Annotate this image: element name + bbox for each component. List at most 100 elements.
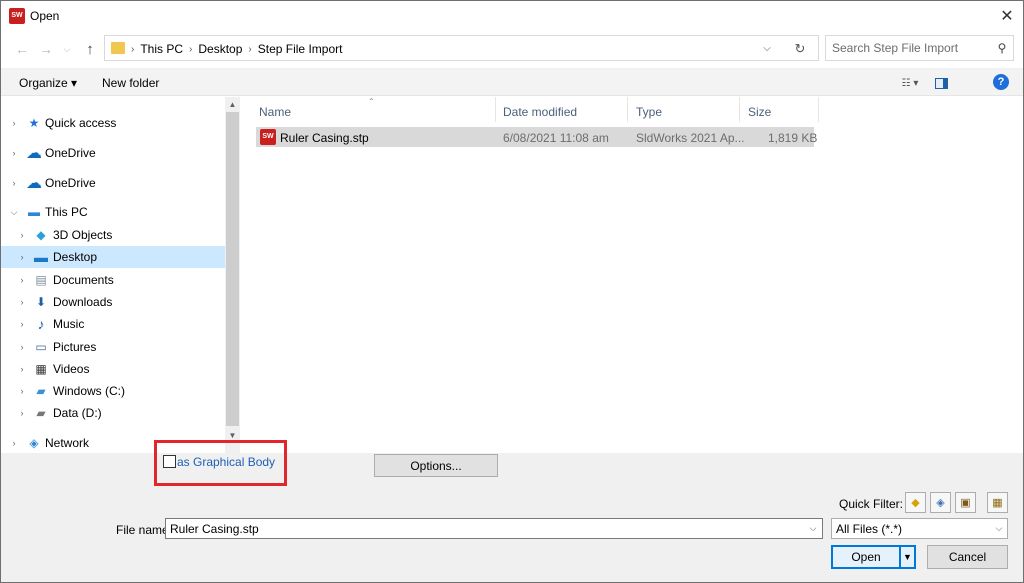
nav-item-videos[interactable]: › ▦ Videos	[1, 358, 225, 380]
column-header-type[interactable]: Type	[636, 105, 662, 119]
computer-icon: ▬	[28, 205, 40, 219]
change-view-icon[interactable]: ☷ ▾	[897, 75, 923, 91]
address-dropdown-chevron-icon[interactable]: ⌵	[759, 40, 775, 56]
cancel-button-label: Cancel	[948, 550, 987, 564]
breadcrumb-desktop[interactable]: Desktop	[198, 42, 242, 56]
expand-chevron-icon[interactable]: ›	[9, 178, 19, 188]
nav-item-data-d[interactable]: › ▰ Data (D:)	[1, 402, 225, 424]
nav-item-label: Data (D:)	[53, 406, 102, 420]
scroll-up-arrow-icon[interactable]: ▲	[225, 97, 240, 111]
expand-chevron-icon[interactable]: ›	[17, 297, 27, 307]
nav-item-this-pc[interactable]: ⌵ ▬ This PC	[1, 201, 225, 223]
preview-pane-icon[interactable]	[933, 75, 949, 91]
search-input[interactable]	[832, 41, 982, 55]
nav-item-onedrive-2[interactable]: › ☁ OneDrive	[1, 172, 225, 194]
expand-chevron-icon[interactable]: ›	[17, 408, 27, 418]
forward-arrow-icon[interactable]: →	[38, 40, 54, 58]
expand-chevron-icon[interactable]: ›	[17, 275, 27, 285]
network-icon: ◈	[29, 436, 39, 450]
filter-top-level-assemblies-icon[interactable]: ▦	[987, 492, 1008, 513]
column-divider[interactable]	[739, 97, 740, 122]
column-divider[interactable]	[818, 97, 819, 122]
expand-chevron-icon[interactable]: ›	[17, 230, 27, 240]
file-name-dropdown-chevron-icon[interactable]: ⌵	[806, 521, 820, 536]
address-bar[interactable]: › This PC › Desktop › Step File Import ⌵…	[104, 35, 819, 61]
nav-item-label: Network	[45, 436, 90, 450]
column-divider[interactable]	[495, 97, 496, 122]
options-button[interactable]: Options...	[374, 454, 498, 477]
close-button[interactable]: ✕	[994, 4, 1020, 28]
organize-button[interactable]: Organize ▾	[19, 76, 77, 90]
column-divider[interactable]	[627, 97, 628, 122]
nav-item-3d-objects[interactable]: › ◆ 3D Objects	[1, 224, 225, 246]
filter-parts-icon[interactable]: ◆	[905, 492, 926, 513]
expand-chevron-icon[interactable]: ›	[9, 118, 19, 128]
filter-assemblies-icon[interactable]: ◈	[930, 492, 951, 513]
cube-icon: ◆	[36, 228, 46, 242]
breadcrumb-step-file-import[interactable]: Step File Import	[258, 42, 343, 56]
nav-item-label: Desktop	[53, 250, 98, 264]
cloud-icon: ☁	[26, 175, 42, 192]
nav-item-documents[interactable]: › ▤ Documents	[1, 269, 225, 291]
open-options-dropdown-icon[interactable]: ▼	[900, 545, 916, 569]
desktop-icon: ▬	[34, 249, 48, 265]
file-row[interactable]: SW Ruler Casing.stp 6/08/2021 11:08 am S…	[256, 127, 818, 147]
nav-item-music[interactable]: › ♪ Music	[1, 313, 225, 335]
up-arrow-icon[interactable]: ↑	[82, 39, 98, 59]
drive-icon: ▰	[36, 384, 46, 398]
file-name-input[interactable]	[170, 522, 790, 536]
expand-chevron-icon[interactable]: ›	[17, 386, 27, 396]
expand-chevron-icon[interactable]: ›	[9, 148, 19, 158]
nav-item-label: Windows (C:)	[53, 384, 126, 398]
collapse-chevron-icon[interactable]: ⌵	[9, 207, 19, 218]
nav-item-label: Music	[53, 317, 85, 331]
file-list: ⌃ Name Date modified Type Size SW Ruler …	[240, 97, 1023, 453]
expand-chevron-icon[interactable]: ›	[17, 252, 27, 262]
expand-chevron-icon[interactable]: ›	[9, 438, 19, 448]
back-arrow-icon[interactable]: ←	[14, 40, 30, 58]
column-header-date-modified[interactable]: Date modified	[503, 105, 577, 119]
file-name: Ruler Casing.stp	[280, 131, 369, 145]
nav-item-quick-access[interactable]: › ★ Quick access	[1, 112, 225, 134]
column-header-name[interactable]: Name	[259, 105, 291, 119]
file-type-select[interactable]: All Files (*.*) ⌵	[831, 518, 1008, 539]
cancel-button[interactable]: Cancel	[927, 545, 1008, 569]
open-button[interactable]: Open	[831, 545, 901, 569]
breadcrumb-this-pc[interactable]: This PC	[140, 42, 183, 56]
nav-item-label: Documents	[53, 273, 114, 287]
video-icon: ▦	[35, 362, 47, 376]
recent-locations-chevron-icon[interactable]: ⌵	[61, 41, 73, 57]
column-header-size[interactable]: Size	[748, 105, 771, 119]
picture-icon: ▭	[35, 340, 47, 354]
file-name-combobox[interactable]: ⌵	[165, 518, 823, 539]
nav-item-onedrive[interactable]: › ☁ OneDrive	[1, 142, 225, 164]
search-box[interactable]: ⚲	[825, 35, 1014, 61]
sort-ascending-icon: ⌃	[368, 97, 375, 106]
file-type: SldWorks 2021 Ap...	[636, 131, 745, 145]
filter-drawings-icon[interactable]: ▣	[955, 492, 976, 513]
navigation-pane: › ★ Quick access › ☁ OneDrive › ☁ OneDri…	[1, 97, 225, 453]
nav-item-label: This PC	[45, 205, 88, 219]
window-title: Open	[30, 9, 60, 23]
expand-chevron-icon[interactable]: ›	[17, 342, 27, 352]
file-size: 1,819 KB	[768, 131, 818, 145]
title-bar	[0, 0, 1024, 32]
nav-item-pictures[interactable]: › ▭ Pictures	[1, 336, 225, 358]
breadcrumb-chevron-icon: ›	[131, 43, 135, 55]
file-type-dropdown-chevron-icon[interactable]: ⌵	[992, 521, 1006, 536]
breadcrumb: › This PC › Desktop › Step File Import	[131, 42, 342, 56]
nav-item-windows-c[interactable]: › ▰ Windows (C:)	[1, 380, 225, 402]
expand-chevron-icon[interactable]: ›	[17, 364, 27, 374]
star-icon: ★	[28, 116, 40, 130]
nav-pane-scroll-thumb[interactable]	[226, 112, 239, 426]
new-folder-button[interactable]: New folder	[102, 76, 159, 90]
open-button-label: Open	[851, 550, 881, 564]
expand-chevron-icon[interactable]: ›	[17, 319, 27, 329]
nav-item-downloads[interactable]: › ⬇ Downloads	[1, 291, 225, 313]
quick-filter-label: Quick Filter:	[839, 497, 904, 511]
help-icon[interactable]: ?	[993, 74, 1009, 90]
refresh-icon[interactable]: ↻	[791, 40, 809, 58]
nav-item-desktop[interactable]: › ▬ Desktop	[1, 246, 225, 268]
search-icon[interactable]: ⚲	[994, 40, 1010, 56]
nav-item-label: Videos	[53, 362, 90, 376]
